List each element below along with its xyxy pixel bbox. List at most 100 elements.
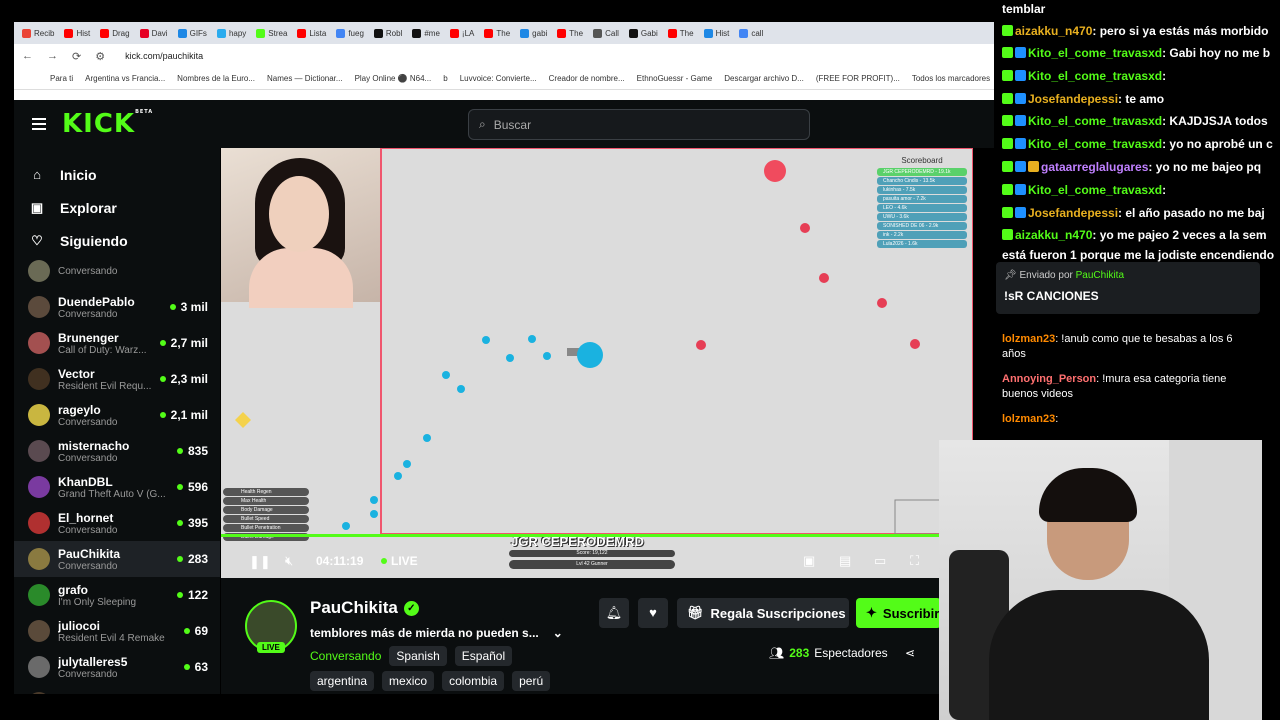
- channel-name[interactable]: PauChikita ✓: [310, 598, 419, 618]
- browser-tab[interactable]: Davi: [136, 24, 172, 42]
- chat-message[interactable]: temblar: [1002, 2, 1045, 16]
- chat-username[interactable]: Kito_el_come_travasxd: [1028, 114, 1162, 128]
- chat-username[interactable]: aizakku_n470: [1015, 24, 1092, 38]
- nav-inicio[interactable]: ⌂ Inicio: [14, 158, 220, 191]
- sidebar-channel[interactable]: julytalleres5 Conversando 63: [14, 649, 220, 685]
- mute-icon[interactable]: 🔇︎: [285, 553, 293, 569]
- chat-message[interactable]: Josefandepessi: el año pasado no me baj: [1002, 206, 1265, 220]
- video-player[interactable]: Scoreboard JGR CEPERODEMRD - 19.1k Chanch…: [221, 148, 973, 578]
- chat-message[interactable]: Kito_el_come_travasxd: Gabi hoy no me b: [1002, 46, 1270, 60]
- pause-icon[interactable]: ❚❚: [249, 554, 271, 570]
- sidebar-channel[interactable]: Vector Resident Evil Requ... 2,3 mil: [14, 361, 220, 397]
- sidebar-channel[interactable]: gaspipe59: [14, 685, 220, 694]
- browser-tab[interactable]: Strea: [252, 24, 291, 42]
- chat-username[interactable]: aizakku_n470: [1015, 228, 1092, 242]
- nav-explorar[interactable]: ▣ Explorar: [14, 191, 220, 224]
- tag[interactable]: Spanish: [389, 646, 447, 666]
- site-settings-icon[interactable]: ⚙: [95, 50, 105, 63]
- clip-icon[interactable]: ▣: [803, 553, 815, 569]
- sidebar-channel[interactable]: Brunenger Call of Duty: Warz... 2,7 mil: [14, 325, 220, 361]
- notification-button[interactable]: 🔔︎: [599, 598, 629, 628]
- chat-username[interactable]: Kito_el_come_travasxd: [1028, 137, 1162, 151]
- sidebar-channel[interactable]: rageylo Conversando 2,1 mil: [14, 397, 220, 433]
- bookmark-item[interactable]: Play Online ⚫ N64...: [355, 74, 432, 83]
- chat-message[interactable]: Kito_el_come_travasxd:: [1002, 183, 1166, 197]
- chevron-down-icon[interactable]: ⌄: [553, 626, 563, 640]
- chat-username[interactable]: lolzman23: [1002, 333, 1055, 345]
- bookmark-item[interactable]: Creador de nombre...: [549, 74, 625, 83]
- sidebar-channel[interactable]: juliocoi Resident Evil 4 Remake 69: [14, 613, 220, 649]
- pip-icon[interactable]: ▭: [874, 553, 886, 569]
- chat-message[interactable]: Kito_el_come_travasxd: yo no aprobé un c: [1002, 137, 1273, 151]
- kick-logo[interactable]: KICKBETA: [62, 109, 153, 139]
- bookmark-item[interactable]: b: [443, 74, 447, 83]
- browser-tab[interactable]: The: [480, 24, 514, 42]
- reload-icon[interactable]: ⟳: [72, 50, 81, 63]
- chat-username[interactable]: Kito_el_come_travasxd: [1028, 46, 1162, 60]
- sidebar-channel[interactable]: DuendePablo Conversando 3 mil: [14, 289, 220, 325]
- tag[interactable]: argentina: [310, 671, 375, 691]
- bookmark-item[interactable]: Luvvoice: Convierte...: [460, 74, 537, 83]
- chat-username[interactable]: lolzman23: [1002, 413, 1055, 425]
- browser-tab[interactable]: ¡LA: [446, 24, 478, 42]
- bookmark-item[interactable]: Descargar archivo D...: [724, 74, 804, 83]
- back-icon[interactable]: ←: [22, 50, 33, 62]
- browser-tab[interactable]: #me: [408, 24, 444, 42]
- browser-tab[interactable]: Recib: [18, 24, 58, 42]
- bookmark-item[interactable]: (FREE FOR PROFIT)...: [816, 74, 900, 83]
- browser-tab[interactable]: The: [553, 24, 587, 42]
- chat-message[interactable]: aizakku_n470: pero si ya estás más morbi…: [1002, 24, 1268, 38]
- browser-tab[interactable]: Call: [589, 24, 623, 42]
- chat-message[interactable]: Josefandepessi: te amo: [1002, 92, 1164, 106]
- bookmark-item[interactable]: Argentina vs Francia...: [85, 74, 165, 83]
- chat-username[interactable]: Josefandepessi: [1028, 206, 1118, 220]
- bookmark-item[interactable]: Names — Dictionar...: [267, 74, 343, 83]
- sidebar-channel[interactable]: El_hornet Conversando 395: [14, 505, 220, 541]
- chat-message[interactable]: lolzman23:: [1002, 412, 1242, 427]
- browser-tab[interactable]: Gabi: [625, 24, 662, 42]
- bookmark-item[interactable]: Para ti: [50, 74, 73, 83]
- menu-icon[interactable]: [32, 118, 46, 130]
- share-icon[interactable]: ⋖: [905, 646, 915, 660]
- chat-username[interactable]: Kito_el_come_travasxd: [1028, 69, 1162, 83]
- browser-tab[interactable]: gabi: [516, 24, 551, 42]
- chat-username[interactable]: Annoying_Person: [1002, 373, 1096, 385]
- browser-tab[interactable]: Hist: [60, 24, 94, 42]
- tag[interactable]: mexico: [382, 671, 435, 691]
- browser-tab[interactable]: Drag: [96, 24, 133, 42]
- chat-message[interactable]: gataarreglalugares: yo no me bajeo pq: [1002, 160, 1261, 174]
- chat-message[interactable]: Kito_el_come_travasxd:: [1002, 69, 1166, 83]
- browser-tab[interactable]: Robl: [370, 24, 406, 42]
- tag[interactable]: Español: [454, 646, 513, 666]
- chat-message[interactable]: Annoying_Person: !mura esa categoria tie…: [1002, 372, 1242, 402]
- sidebar-channel[interactable]: misternacho Conversando 835: [14, 433, 220, 469]
- subscribe-button[interactable]: ✦ Suscribirse: [856, 598, 941, 628]
- category-link[interactable]: Conversando: [310, 649, 381, 663]
- chat-username[interactable]: Josefandepessi: [1028, 92, 1118, 106]
- follow-button[interactable]: ♥: [638, 598, 668, 628]
- browser-tab[interactable]: call: [735, 24, 767, 42]
- pinned-message[interactable]: 📌︎ Enviado por PauChikita !sR CANCIONES: [996, 262, 1260, 314]
- browser-tab[interactable]: Hist: [700, 24, 734, 42]
- browser-tab[interactable]: GIFs: [174, 24, 211, 42]
- browser-tab[interactable]: Lista: [293, 24, 330, 42]
- tag[interactable]: perú: [512, 671, 551, 691]
- gift-subs-button[interactable]: 🎁︎ Regala Suscripciones: [677, 598, 849, 628]
- tag[interactable]: colombia: [442, 671, 505, 691]
- fullscreen-icon[interactable]: ⛶: [910, 553, 919, 569]
- sidebar-channel[interactable]: PauChikita Conversando 283: [14, 541, 220, 577]
- sidebar-channel[interactable]: KhanDBL Grand Theft Auto V (G... 596: [14, 469, 220, 505]
- browser-tab[interactable]: fueg: [332, 24, 368, 42]
- url-field[interactable]: kick.com/pauchikita: [125, 51, 203, 61]
- chat-message[interactable]: Kito_el_come_travasxd: KAJDJSJA todos: [1002, 114, 1268, 128]
- bookmark-item[interactable]: Todos los marcadores: [912, 74, 990, 83]
- chat-username[interactable]: Kito_el_come_travasxd: [1028, 183, 1162, 197]
- chat-message[interactable]: lolzman23: !anub como que te besabas a l…: [1002, 332, 1242, 362]
- bookmark-item[interactable]: EthnoGuessr - Game: [637, 74, 713, 83]
- seek-bar[interactable]: [221, 534, 973, 537]
- chat-username[interactable]: gataarreglalugares: [1041, 160, 1148, 174]
- chat-message[interactable]: está fueron 1 porque me la jodiste encen…: [1002, 248, 1274, 262]
- sidebar-channel[interactable]: grafo I'm Only Sleeping 122: [14, 577, 220, 613]
- bookmark-item[interactable]: Nombres de la Euro...: [177, 74, 255, 83]
- browser-tab[interactable]: hapy: [213, 24, 250, 42]
